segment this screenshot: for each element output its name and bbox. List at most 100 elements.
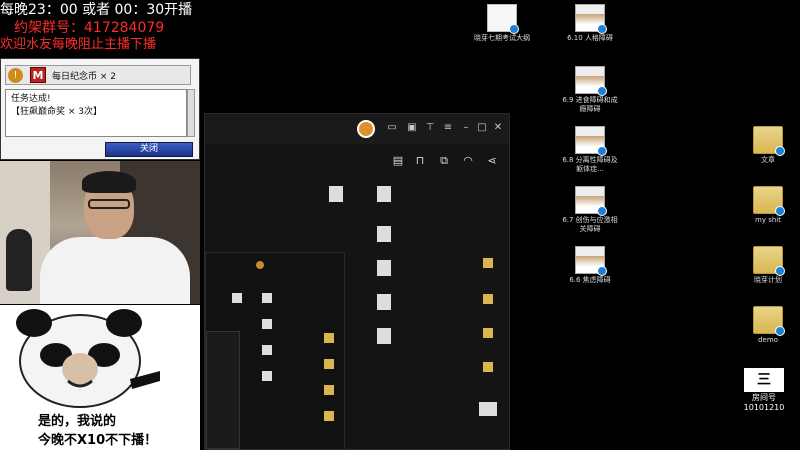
meme-caption-line1: 是的，我说的 bbox=[38, 414, 117, 429]
mirrored-folder-icon bbox=[483, 258, 493, 268]
sync-badge-icon bbox=[597, 146, 607, 156]
mirrored-folder-icon bbox=[324, 411, 334, 421]
slide-thumbnail-icon bbox=[575, 186, 607, 216]
sync-badge-icon bbox=[775, 206, 785, 216]
sync-badge-icon bbox=[597, 206, 607, 216]
folder-icon bbox=[753, 246, 785, 276]
mirrored-desktop-icon bbox=[262, 293, 272, 303]
desktop-icon-label: 6.9 进食障碍和成瘾障碍 bbox=[562, 96, 618, 113]
close-icon[interactable]: ✕ bbox=[491, 121, 505, 135]
sync-badge-icon bbox=[597, 266, 607, 276]
desktop-icon-label: 6.6 焦虑障碍 bbox=[569, 276, 611, 284]
mirrored-desktop-icon bbox=[262, 371, 272, 381]
desktop-icon-label: 6.10 人格障碍 bbox=[567, 34, 613, 42]
panda-face-illustration bbox=[16, 309, 160, 408]
mirrored-desktop-icon bbox=[377, 294, 391, 310]
mirrored-folder-icon bbox=[324, 385, 334, 395]
menu-icon[interactable]: ≡ bbox=[441, 121, 455, 135]
nested-app-window bbox=[205, 252, 345, 450]
desktop-icon-folder-myshit[interactable]: my shit bbox=[738, 186, 798, 225]
minimize-icon[interactable]: – bbox=[459, 121, 473, 135]
desktop-icon-exam-outline[interactable]: 晓芽七期考试大纲 bbox=[472, 4, 532, 43]
nested-app-window-2 bbox=[206, 331, 240, 449]
reward-message-line2: 【狂飙巅命奖 × 3次】 bbox=[11, 107, 102, 117]
group-number-text: 约架群号：417284079 bbox=[14, 20, 165, 36]
folder-icon bbox=[753, 126, 785, 156]
dialog-scrollbar[interactable] bbox=[187, 89, 195, 137]
desktop-icon-folder-demo[interactable]: demo bbox=[738, 306, 798, 345]
desktop-icon-label: 文章 bbox=[761, 156, 775, 164]
room-number-badge: 三 房间号 10101210 bbox=[742, 368, 786, 412]
folder-icon bbox=[753, 306, 785, 336]
sync-badge-icon bbox=[597, 24, 607, 34]
desktop-icon-slide-5[interactable]: 6.6 焦虑障碍 bbox=[560, 246, 620, 285]
reward-message-line1: 任务达成! bbox=[11, 94, 51, 104]
desktop-icon-slide-4[interactable]: 6.7 创伤与应激相关障碍 bbox=[560, 186, 620, 234]
stream-overlay: 每晚23：00 或者 00：30开播 约架群号：417284079 欢迎水友每晚… bbox=[0, 0, 200, 450]
streamer-body bbox=[40, 237, 190, 304]
desktop-icon-label: my shit bbox=[755, 216, 781, 224]
desktop-icon-label: 晓芽计划 bbox=[754, 276, 782, 284]
document-icon bbox=[487, 4, 519, 34]
slide-thumbnail-icon bbox=[575, 126, 607, 156]
sync-badge-icon bbox=[509, 24, 519, 34]
mirrored-desktop-icon bbox=[232, 293, 242, 303]
user-avatar[interactable] bbox=[357, 120, 375, 138]
room-label: 房间号 bbox=[752, 393, 776, 402]
sync-badge-icon bbox=[775, 146, 785, 156]
room-number: 10101210 bbox=[743, 403, 785, 412]
mirrored-desktop-icon bbox=[262, 319, 272, 329]
mirrored-room-badge bbox=[479, 402, 497, 416]
microphone bbox=[6, 229, 32, 291]
app-titlebar: ▭ ▣ ⊤ ≡ – □ ✕ bbox=[205, 114, 509, 144]
glasses bbox=[88, 199, 130, 209]
reward-message-box: 任务达成! 【狂飙巅命奖 × 3次】 bbox=[5, 89, 187, 137]
copy-icon[interactable]: ⧉ bbox=[437, 154, 451, 168]
mirrored-desktop-icon bbox=[377, 226, 391, 242]
mirrored-desktop-icon bbox=[262, 345, 272, 355]
mirrored-desktop-icon bbox=[377, 328, 391, 344]
save-icon[interactable]: ▣ bbox=[405, 121, 419, 135]
streaming-app-window[interactable]: ▭ ▣ ⊤ ≡ – □ ✕ ▤ ⊓ ⧉ ◠ ⋖ bbox=[204, 113, 510, 450]
mirrored-folder-icon bbox=[324, 359, 334, 369]
sync-badge-icon bbox=[775, 326, 785, 336]
mirrored-desktop-icon bbox=[377, 260, 391, 276]
coin-item-icon: M bbox=[30, 67, 46, 83]
sync-badge-icon bbox=[597, 86, 607, 96]
mirrored-folder-icon bbox=[483, 328, 493, 338]
welcome-text: 欢迎水友每晚阻止主播下播 bbox=[0, 37, 157, 52]
shirt-icon[interactable]: ⊤ bbox=[423, 121, 437, 135]
sync-badge-icon bbox=[775, 266, 785, 276]
bell-icon[interactable]: ◠ bbox=[461, 154, 475, 168]
reward-item-row: ! M 每日纪念币 × 2 bbox=[5, 65, 191, 85]
desktop-icon-slide-3[interactable]: 6.8 分离性障碍及躯体症... bbox=[560, 126, 620, 174]
game-reward-dialog: ! M 每日纪念币 × 2 任务达成! 【狂飙巅命奖 × 3次】 关闭 bbox=[0, 58, 200, 160]
message-icon[interactable]: ▭ bbox=[385, 121, 399, 135]
dialog-close-button[interactable]: 关闭 bbox=[105, 142, 193, 157]
mirrored-desktop-icon bbox=[377, 186, 391, 202]
platform-logo-icon: 三 bbox=[744, 368, 784, 392]
mirrored-folder-icon bbox=[324, 333, 334, 343]
desktop-icon-label: 6.7 创伤与应激相关障碍 bbox=[562, 216, 618, 233]
desktop-icon-folder-plan[interactable]: 晓芽计划 bbox=[738, 246, 798, 285]
reward-item-label: 每日纪念币 × 2 bbox=[52, 72, 116, 82]
folder-icon bbox=[753, 186, 785, 216]
desktop-icon-slide-2[interactable]: 6.9 进食障碍和成瘾障碍 bbox=[560, 66, 620, 114]
desktop-icon-slide-1[interactable]: 6.10 人格障碍 bbox=[560, 4, 620, 43]
meme-caption-line2: 今晚不X10不下播！ bbox=[38, 433, 158, 448]
nested-avatar bbox=[256, 261, 264, 269]
app-toolbar: ▤ ⊓ ⧉ ◠ ⋖ bbox=[205, 144, 509, 180]
desktop-icon-label: demo bbox=[758, 336, 778, 344]
slide-thumbnail-icon bbox=[575, 246, 607, 276]
desktop-icon-label: 6.8 分离性障碍及躯体症... bbox=[562, 156, 618, 173]
maximize-icon[interactable]: □ bbox=[475, 121, 489, 135]
lock-icon[interactable]: ⊓ bbox=[413, 154, 427, 168]
share-icon[interactable]: ⋖ bbox=[485, 154, 499, 168]
panda-meme: 是的，我说的 今晚不X10不下播！ bbox=[0, 305, 200, 450]
streamer-hair bbox=[82, 171, 136, 193]
desktop-icon-label: 晓芽七期考试大纲 bbox=[474, 34, 530, 42]
mirrored-folder-icon bbox=[483, 294, 493, 304]
desktop-icon-folder-articles[interactable]: 文章 bbox=[738, 126, 798, 165]
screen-icon[interactable]: ▤ bbox=[391, 154, 405, 168]
slide-thumbnail-icon bbox=[575, 66, 607, 96]
